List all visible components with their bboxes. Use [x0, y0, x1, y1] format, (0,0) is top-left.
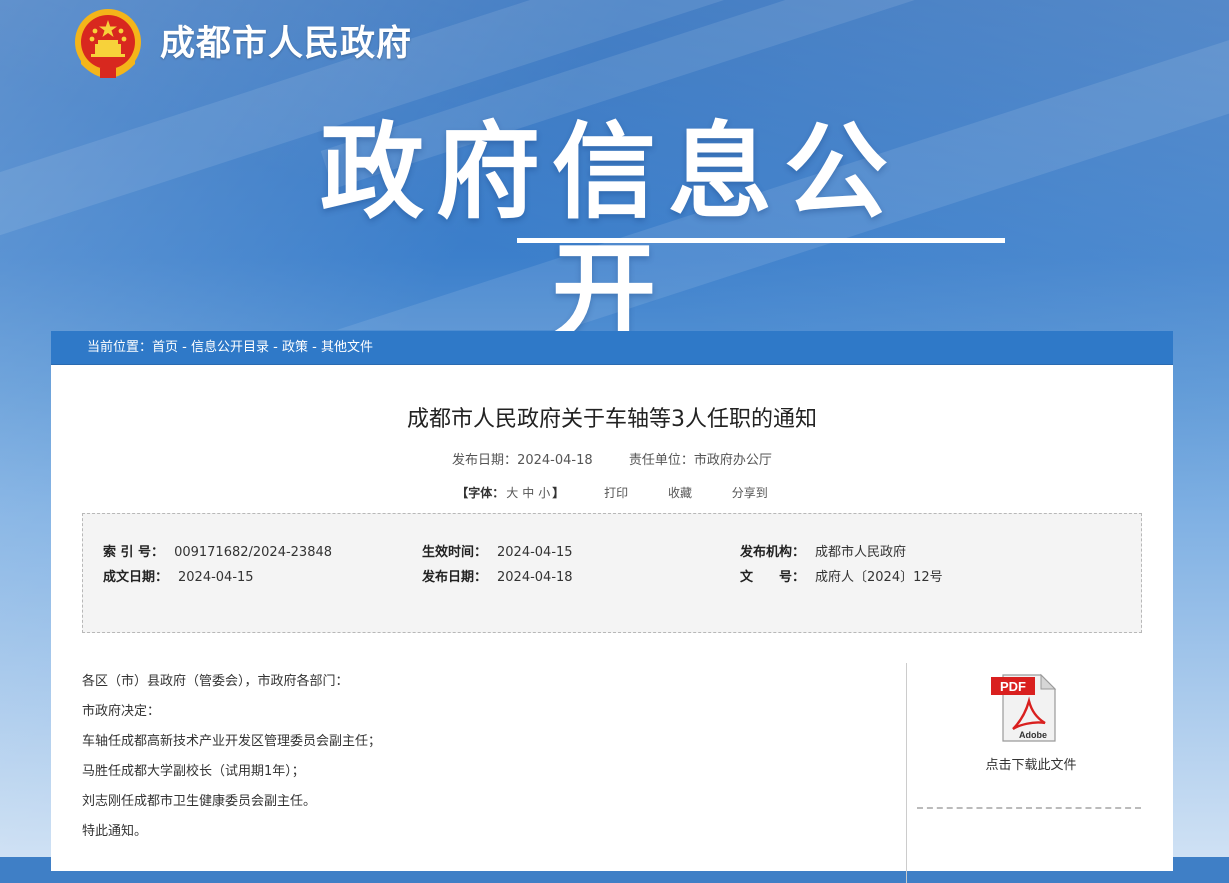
site-name[interactable]: 成都市人民政府 [160, 22, 412, 66]
font-size-small-button[interactable]: 小 [538, 486, 550, 500]
pdf-file-icon[interactable]: PDF Adobe [989, 671, 1059, 743]
info-written-label: 成文日期： [103, 570, 169, 585]
breadcrumb-separator: - [308, 340, 321, 355]
body-paragraph: 马胜任成都大学副校长（试用期1年）； [82, 764, 305, 779]
body-paragraph: 特此通知。 [82, 824, 148, 839]
sidebar-divider [906, 663, 907, 883]
share-button[interactable]: 分享到 [732, 486, 768, 500]
info-pub: 发布日期： 2024-04-18 [422, 566, 573, 585]
breadcrumb: 当前位置：首页 - 信息公开目录 - 政策 - 其他文件 [51, 331, 1173, 365]
pdf-icon-bottom-text: Adobe [1019, 730, 1047, 740]
responsible-unit: 市政府办公厅 [693, 453, 772, 468]
content-card: 当前位置：首页 - 信息公开目录 - 政策 - 其他文件 成都市人民政府关于车轴… [51, 331, 1173, 883]
article-title: 成都市人民政府关于车轴等3人任职的通知 [407, 407, 817, 432]
banner-title-underline [517, 238, 1005, 243]
article-meta: 发布日期：2024-04-18 责任单位：市政府办公厅 [51, 449, 1173, 468]
info-effective-value: 2024-04-15 [497, 545, 573, 560]
font-size-medium-button[interactable]: 中 [522, 486, 534, 500]
article-tools: 【字体：大中小】 打印 收藏 分享到 [51, 484, 1173, 501]
unit-label: 责任单位： [628, 453, 694, 468]
body-paragraph: 各区（市）县政府（管委会），市政府各部门： [82, 674, 349, 689]
tools-close-bracket: 】 [552, 486, 565, 500]
breadcrumb-item-catalog[interactable]: 信息公开目录 [191, 340, 269, 355]
body-paragraph: 市政府决定： [82, 704, 161, 719]
body-paragraph: 车轴任成都高新技术产业开发区管理委员会副主任； [82, 734, 382, 749]
info-index: 索 引 号： 009171682/2024-23848 [103, 541, 332, 560]
info-written-value: 2024-04-15 [178, 570, 254, 585]
info-index-label: 索 引 号： [103, 545, 165, 560]
info-docno: 文 号： 成府人〔2024〕12号 [740, 566, 943, 585]
info-effective: 生效时间： 2024-04-15 [422, 541, 573, 560]
info-pub-value: 2024-04-18 [497, 570, 573, 585]
publish-date: 2024-04-18 [517, 453, 593, 468]
publish-date-label: 发布日期： [452, 453, 518, 468]
font-size-label: 字体： [468, 486, 505, 500]
breadcrumb-separator: - [269, 340, 282, 355]
info-written: 成文日期： 2024-04-15 [103, 566, 254, 585]
info-effective-label: 生效时间： [422, 545, 488, 560]
info-pub-label: 发布日期： [422, 570, 488, 585]
national-emblem-icon [75, 9, 141, 78]
document-info-box: 索 引 号： 009171682/2024-23848 生效时间： 2024-04-… [82, 513, 1142, 633]
info-issuer-label: 发布机构： [740, 545, 806, 560]
body-paragraph: 刘志刚任成都市卫生健康委员会副主任。 [82, 794, 317, 809]
info-docno-value: 成府人〔2024〕12号 [815, 570, 943, 585]
breadcrumb-item-policy[interactable]: 政策 [282, 340, 308, 355]
font-size-large-button[interactable]: 大 [506, 486, 518, 500]
breadcrumb-item-home[interactable]: 首页 [152, 340, 178, 355]
download-file-link[interactable]: 点击下载此文件 [931, 754, 1131, 773]
breadcrumb-item-other-files[interactable]: 其他文件 [321, 340, 373, 355]
favorite-button[interactable]: 收藏 [668, 486, 692, 500]
breadcrumb-prefix: 当前位置： [87, 340, 153, 355]
breadcrumb-separator: - [178, 340, 191, 355]
pdf-icon-top-text: PDF [1000, 679, 1026, 694]
tools-open-bracket: 【 [456, 486, 469, 500]
article-body: 各区（市）县政府（管委会），市政府各部门： 市政府决定： 车轴任成都高新技术产业… [82, 667, 882, 847]
sidebar-dashed-divider [917, 807, 1141, 809]
info-issuer-value: 成都市人民政府 [815, 545, 907, 560]
info-docno-label: 文 号： [740, 570, 806, 585]
print-button[interactable]: 打印 [604, 486, 628, 500]
info-index-value: 009171682/2024-23848 [174, 545, 333, 560]
info-issuer: 发布机构： 成都市人民政府 [740, 541, 906, 560]
banner-title: 政府信息公开 [319, 111, 900, 353]
